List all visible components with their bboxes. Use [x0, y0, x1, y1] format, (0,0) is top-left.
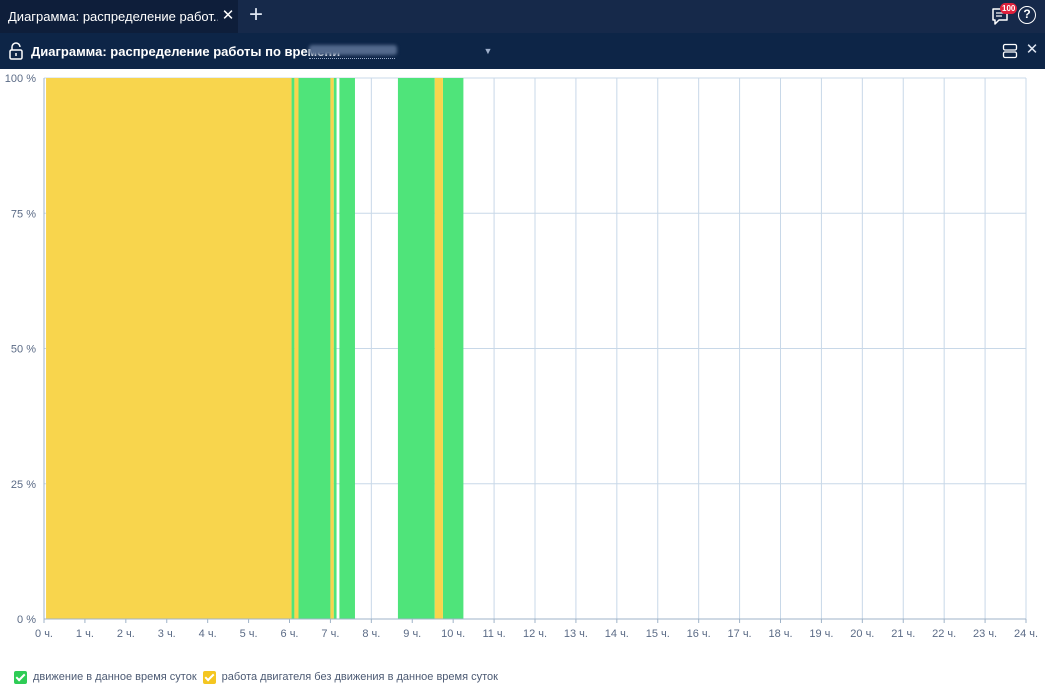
x-tick-label: 6 ч. — [281, 628, 299, 640]
movement-segment — [298, 78, 331, 619]
y-tick-label: 50 % — [11, 344, 36, 356]
widget-header: Диаграмма: распределение работы по време… — [0, 33, 1045, 69]
movement-segment — [291, 78, 295, 619]
x-tick-label: 0 ч. — [35, 628, 53, 640]
movement-segment — [397, 78, 435, 619]
tab-close-icon[interactable]: ✕ — [220, 7, 236, 25]
lock-open-icon[interactable] — [8, 42, 24, 60]
y-tick-label: 100 % — [5, 73, 36, 85]
close-icon[interactable]: ✕ — [1025, 42, 1039, 58]
chart-area: 0 ч. 1 ч. 2 ч. 3 ч. 4 ч. 5 ч. 6 ч. 7 ч. 8 ч. 9 ч.… — [0, 69, 1045, 649]
page-title: Диаграмма: распределение работы по време… — [31, 44, 341, 59]
x-tick-label: 9 ч. — [403, 628, 421, 640]
tab-bar: Диаграмма: распределение работ... ✕ + 10… — [0, 0, 1045, 33]
movement-segment — [333, 78, 337, 619]
x-tick-label: 10 ч. — [441, 628, 465, 640]
help-icon[interactable]: ? — [1018, 6, 1036, 24]
idle-engine-segment — [294, 78, 299, 619]
time-distribution-chart: 0 ч. 1 ч. 2 ч. 3 ч. 4 ч. 5 ч. 6 ч. 7 ч. 8 ч. 9 ч.… — [5, 73, 1038, 640]
x-tick-label: 22 ч. — [932, 628, 956, 640]
chevron-down-icon: ▼ — [483, 46, 493, 56]
y-tick-label: 25 % — [11, 479, 36, 491]
x-tick-label: 18 ч. — [768, 628, 792, 640]
object-selector-dropdown[interactable]: ▼ — [309, 43, 499, 61]
x-tick-label: 11 ч. — [482, 628, 505, 640]
tab-label: Диаграмма: распределение работ... — [8, 9, 218, 24]
x-tick-label: 4 ч. — [199, 628, 217, 640]
x-tick-label: 1 ч. — [76, 628, 94, 640]
chart-legend: движение в данное время суток работа дви… — [14, 668, 504, 686]
idle-engine-segment — [46, 78, 292, 619]
tab-active[interactable]: Диаграмма: распределение работ... ✕ — [0, 0, 238, 33]
idle-engine-segment — [434, 78, 443, 619]
idle-engine-segment — [330, 78, 334, 619]
x-tick-label: 21 ч. — [891, 628, 915, 640]
y-tick-label: 75 % — [11, 208, 36, 220]
x-tick-label: 24 ч. — [1014, 628, 1038, 640]
x-tick-label: 13 ч. — [564, 628, 588, 640]
x-tick-label: 17 ч. — [728, 628, 752, 640]
x-tick-label: 15 ч. — [646, 628, 670, 640]
split-layout-icon[interactable] — [1002, 43, 1018, 59]
y-tick-label: 0 % — [17, 614, 36, 626]
legend-label-idle-engine: работа двигателя без движения в данное в… — [221, 671, 498, 683]
selector-underline — [309, 58, 395, 59]
x-tick-label: 5 ч. — [240, 628, 258, 640]
notification-count-badge: 100 — [1000, 3, 1018, 14]
legend-label-movement: движение в данное время суток — [33, 671, 197, 683]
x-tick-label: 7 ч. — [321, 628, 339, 640]
x-tick-label: 12 ч. — [523, 628, 547, 640]
x-tick-label: 16 ч. — [687, 628, 711, 640]
x-tick-label: 3 ч. — [158, 628, 176, 640]
legend-item-idle-engine[interactable]: работа двигателя без движения в данное в… — [202, 670, 498, 684]
x-tick-label: 14 ч. — [605, 628, 629, 640]
movement-segment — [442, 78, 464, 619]
x-tick-label: 2 ч. — [117, 628, 135, 640]
movement-segment — [339, 78, 355, 619]
x-tick-label: 8 ч. — [362, 628, 380, 640]
legend-item-movement[interactable]: движение в данное время суток — [14, 670, 197, 684]
object-selector-value — [309, 45, 397, 55]
legend-checkbox-movement[interactable] — [14, 670, 27, 684]
legend-checkbox-idle-engine[interactable] — [202, 670, 216, 684]
x-tick-label: 20 ч. — [850, 628, 874, 640]
x-tick-label: 19 ч. — [809, 628, 833, 640]
x-tick-label: 23 ч. — [973, 628, 997, 640]
add-tab-icon[interactable]: + — [244, 3, 268, 29]
